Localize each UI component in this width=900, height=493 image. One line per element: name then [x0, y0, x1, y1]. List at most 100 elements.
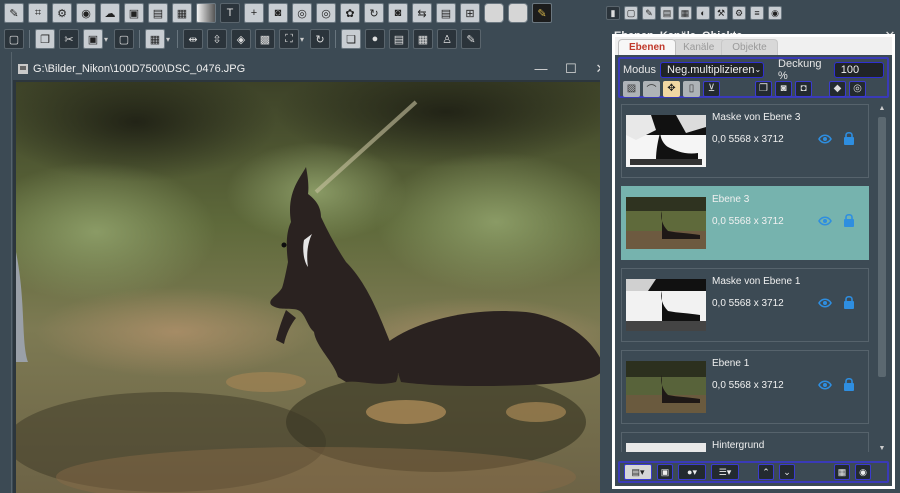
tab-ebenen[interactable]: Ebenen: [618, 39, 677, 55]
add-icon[interactable]: +: [244, 3, 264, 23]
move-up-button[interactable]: ⌃: [758, 464, 774, 480]
frame-select-icon[interactable]: ▢: [4, 29, 24, 49]
pages-icon[interactable]: ❏: [341, 29, 361, 49]
refresh-icon[interactable]: ↻: [310, 29, 330, 49]
visibility-icon[interactable]: ◎: [849, 80, 866, 97]
camera-alt-icon[interactable]: ◙: [388, 3, 408, 23]
circle-icon[interactable]: ●: [365, 29, 385, 49]
save-layer-icon[interactable]: ▣: [657, 464, 673, 480]
layer-copy-icon[interactable]: ❐: [755, 80, 772, 97]
filter-icon[interactable]: ◉: [76, 3, 96, 23]
eye-alt-icon[interactable]: ◎: [316, 3, 336, 23]
copy-icon[interactable]: ❐: [35, 29, 55, 49]
move-icon[interactable]: ✥: [663, 80, 680, 97]
layer-item[interactable]: Maske von Ebene 3 0,0 5568 x 3712: [621, 104, 869, 178]
circle-dot-icon[interactable]: ◉: [768, 6, 782, 20]
opacity-input[interactable]: 100: [833, 61, 884, 78]
eye-icon[interactable]: [818, 215, 832, 227]
blank-square-icon[interactable]: [484, 3, 504, 23]
eye-icon[interactable]: [818, 133, 832, 145]
camera-icon[interactable]: ◙: [268, 3, 288, 23]
rounded-square-icon[interactable]: [508, 3, 528, 23]
eye-icon[interactable]: [818, 379, 832, 391]
list-icon[interactable]: ≡: [750, 6, 764, 20]
new-layer-button[interactable]: ▤▾: [624, 464, 652, 480]
scroll-thumb[interactable]: [878, 117, 886, 377]
layer-mask-icon[interactable]: ◘: [795, 80, 812, 97]
panel-tabs: Ebenen Kanäle Objekte: [615, 37, 892, 55]
keyboard-icon[interactable]: ▤: [389, 29, 409, 49]
rotate-icon[interactable]: ↻: [364, 3, 384, 23]
maximize-button[interactable]: ☐: [556, 57, 586, 80]
document-icon[interactable]: ▤: [436, 3, 456, 23]
lock-icon[interactable]: [843, 295, 855, 309]
stamp-icon[interactable]: ▦: [145, 29, 165, 49]
scissors-icon[interactable]: ✂: [59, 29, 79, 49]
pin-icon[interactable]: ▮: [606, 6, 620, 20]
chevron-down-icon[interactable]: ▾: [104, 35, 112, 44]
layer-item[interactable]: Ebene 3 0,0 5568 x 3712: [621, 186, 869, 260]
resize-icon[interactable]: ▩: [255, 29, 275, 49]
brush-icon[interactable]: ✎: [642, 6, 656, 20]
crop-icon[interactable]: ⌗: [28, 3, 48, 23]
figure-icon[interactable]: ♙: [437, 29, 457, 49]
move-down-button[interactable]: ⌄: [779, 464, 795, 480]
pencil-gold-icon[interactable]: ✎: [532, 3, 552, 23]
delete-layer-icon[interactable]: ◉: [855, 464, 871, 480]
grid-icon[interactable]: ⊞: [460, 3, 480, 23]
chevron-down-icon[interactable]: ▾: [300, 35, 308, 44]
scroll-up-icon[interactable]: ▲: [877, 105, 887, 115]
effects-icon[interactable]: ☁: [100, 3, 120, 23]
frame-icon[interactable]: ▣: [124, 3, 144, 23]
arrange-menu-button[interactable]: ☰▾: [711, 464, 739, 480]
merge-icon[interactable]: ⊻: [703, 80, 720, 97]
layer-item[interactable]: Hintergrund: [621, 432, 869, 452]
minimize-button[interactable]: —: [526, 57, 556, 80]
card-icon[interactable]: ▤: [148, 3, 168, 23]
tag-icon[interactable]: ◆: [829, 80, 846, 97]
lock-layer-icon[interactable]: ▯: [683, 80, 700, 97]
eye-icon[interactable]: [818, 297, 832, 309]
duplicate-icon[interactable]: ▢: [114, 29, 134, 49]
blend-mode-select[interactable]: Neg.multiplizieren ⌄: [660, 61, 765, 78]
squirrel-photo[interactable]: [16, 82, 612, 493]
gradient-icon[interactable]: [196, 3, 216, 23]
color-wheel-icon[interactable]: ✿: [340, 3, 360, 23]
paste-icon[interactable]: ▣: [83, 29, 103, 49]
expand-icon[interactable]: ⛶: [279, 29, 299, 49]
table-icon[interactable]: ▦: [413, 29, 433, 49]
lock-icon[interactable]: [843, 131, 855, 145]
tab-kanaele[interactable]: Kanäle: [672, 39, 726, 55]
panel-toolbar: ▮ ▢ ✎ ▤ ▦ ◐ ⚒ ⚙ ≡ ◉: [600, 0, 900, 26]
layer-new-icon[interactable]: ◙: [775, 80, 792, 97]
brush-stroke-icon[interactable]: ⌒: [643, 80, 660, 97]
layers-icon[interactable]: ▤: [660, 6, 674, 20]
align-horizontal-icon[interactable]: ⇹: [183, 29, 203, 49]
layer-item[interactable]: Maske von Ebene 1 0,0 5568 x 3712: [621, 268, 869, 342]
panel-icon[interactable]: ▢: [624, 6, 638, 20]
lock-icon[interactable]: [843, 377, 855, 391]
gear-icon[interactable]: ⚙: [52, 3, 72, 23]
text-icon[interactable]: T: [220, 3, 240, 23]
scroll-down-icon[interactable]: ▼: [877, 445, 887, 455]
tools-icon[interactable]: ⚒: [714, 6, 728, 20]
pen-icon[interactable]: ✎: [4, 3, 24, 23]
lock-icon[interactable]: [843, 213, 855, 227]
eye-icon[interactable]: ◎: [292, 3, 312, 23]
flip-icon[interactable]: ⇆: [412, 3, 432, 23]
secondary-toolbar: ▢ ❐ ✂ ▣ ▾ ▢ ▦ ▾ ⇹ ⇳ ◈ ▩ ⛶ ▾ ↻ ❏ ● ▤ ▦ ♙ …: [0, 26, 598, 52]
settings-icon[interactable]: ⚙: [732, 6, 746, 20]
pencil-icon[interactable]: ✎: [461, 29, 481, 49]
picture-icon[interactable]: ▦: [172, 3, 192, 23]
layer-properties-icon[interactable]: ▦: [834, 464, 850, 480]
layer-item[interactable]: Ebene 1 0,0 5568 x 3712: [621, 350, 869, 424]
image-icon[interactable]: ▦: [678, 6, 692, 20]
align-vertical-icon[interactable]: ⇳: [207, 29, 227, 49]
layer-scrollbar[interactable]: ▲ ▼: [877, 105, 887, 455]
tab-objekte[interactable]: Objekte: [721, 39, 778, 55]
transform-icon[interactable]: ◈: [231, 29, 251, 49]
mask-menu-button[interactable]: ●▾: [678, 464, 706, 480]
hatch-icon[interactable]: ▨: [623, 80, 640, 97]
chevron-down-icon[interactable]: ▾: [166, 35, 174, 44]
adjust-icon[interactable]: ◐: [696, 6, 710, 20]
